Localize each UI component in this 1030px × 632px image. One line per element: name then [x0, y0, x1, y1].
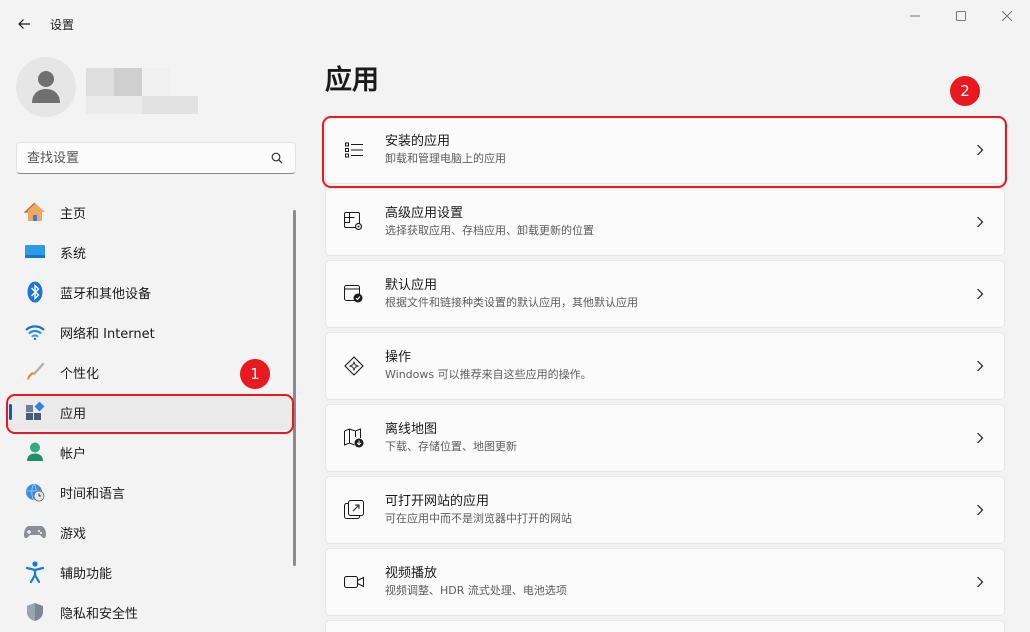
sidebar-item-label: 隐私和安全性: [60, 606, 139, 622]
sidebar-item-label: 蓝牙和其他设备: [60, 286, 152, 302]
close-button[interactable]: [984, 4, 1030, 28]
wifi-icon: [24, 321, 46, 343]
sidebar-item-label: 帐户: [60, 446, 87, 462]
card-offline-maps[interactable]: 离线地图 下载、存储位置、地图更新: [325, 404, 1005, 472]
chevron-right-icon: [972, 502, 988, 518]
sidebar-item-accessibility[interactable]: 辅助功能: [8, 554, 292, 590]
page-title: 应用: [325, 65, 379, 96]
sparkle-icon: [343, 355, 365, 377]
card-default-apps[interactable]: 默认应用 根据文件和链接种类设置的默认应用，其他默认应用: [325, 260, 1005, 328]
person-icon: [24, 441, 46, 463]
sidebar-item-bluetooth[interactable]: 蓝牙和其他设备: [8, 274, 292, 310]
sidebar-item-label: 个性化: [60, 366, 100, 382]
step-badge-1: 1: [240, 359, 270, 389]
chevron-right-icon: [972, 358, 988, 374]
card-subtitle: 根据文件和链接种类设置的默认应用，其他默认应用: [385, 296, 638, 309]
brush-icon: [24, 361, 46, 383]
sidebar-item-label: 主页: [60, 206, 87, 222]
window-title: 设置: [50, 18, 75, 32]
accessibility-icon: [24, 561, 46, 583]
blurred-username: [86, 68, 114, 96]
monitor-icon: [24, 241, 46, 263]
card-advanced-app-settings[interactable]: 高级应用设置 选择获取应用、存档应用、卸载更新的位置: [325, 188, 1005, 256]
card-title: 默认应用: [385, 278, 438, 293]
title-bar: 设置: [0, 0, 1030, 48]
avatar[interactable]: [16, 57, 76, 117]
blurred-username: [114, 68, 142, 96]
maximize-button[interactable]: [938, 4, 984, 28]
card-subtitle: Windows 可以推荐来自这些应用的操作。: [385, 368, 592, 381]
sidebar-item-label: 系统: [60, 246, 87, 262]
search-box[interactable]: [16, 142, 296, 174]
step-badge-2: 2: [950, 76, 980, 106]
sidebar-item-label: 辅助功能: [60, 566, 113, 582]
offline-map-icon: [343, 427, 365, 449]
card-title: 离线地图: [385, 422, 438, 437]
card-title: 高级应用设置: [385, 206, 464, 221]
blurred-email: [142, 96, 198, 114]
highlight-box-installed-apps: [322, 116, 1007, 188]
chevron-right-icon: [972, 574, 988, 590]
sidebar-item-gaming[interactable]: 游戏: [8, 514, 292, 550]
chevron-right-icon: [972, 214, 988, 230]
sidebar-item-label: 网络和 Internet: [60, 326, 155, 342]
chevron-right-icon: [972, 430, 988, 446]
gamepad-icon: [24, 521, 46, 543]
sidebar-item-accounts[interactable]: 帐户: [8, 434, 292, 470]
open-link-icon: [343, 499, 365, 521]
sidebar-item-home[interactable]: 主页: [8, 194, 292, 230]
video-icon: [343, 571, 365, 593]
minimize-icon: [910, 15, 920, 17]
card-subtitle: 选择获取应用、存档应用、卸载更新的位置: [385, 224, 594, 237]
sidebar-item-label: 游戏: [60, 526, 87, 542]
card-video-playback[interactable]: 视频播放 视频调整、HDR 流式处理、电池选项: [325, 548, 1005, 616]
user-silhouette-icon: [32, 71, 60, 103]
default-app-icon: [343, 283, 365, 305]
sidebar-item-privacy[interactable]: 隐私和安全性: [8, 594, 292, 630]
sidebar-item-system[interactable]: 系统: [8, 234, 292, 270]
search-icon[interactable]: [269, 150, 285, 166]
card-partially-visible[interactable]: [325, 620, 1005, 632]
sidebar-item-label: 时间和语言: [60, 486, 126, 502]
sidebar-scrollbar[interactable]: [293, 210, 296, 566]
card-actions[interactable]: 操作 Windows 可以推荐来自这些应用的操作。: [325, 332, 1005, 400]
maximize-icon: [956, 11, 966, 21]
card-subtitle: 下载、存储位置、地图更新: [385, 440, 517, 453]
back-button[interactable]: [10, 10, 38, 38]
back-arrow-icon: [18, 19, 30, 29]
card-subtitle: 可在应用中而不是浏览器中打开的网站: [385, 512, 572, 525]
highlight-box-apps: [6, 394, 294, 434]
bluetooth-icon: [24, 281, 46, 303]
shield-icon: [24, 601, 46, 623]
blurred-username: [142, 68, 170, 96]
search-input[interactable]: [27, 150, 269, 166]
clock-globe-icon: [24, 481, 46, 503]
card-title: 视频播放: [385, 566, 438, 581]
blurred-email: [86, 96, 142, 114]
settings-card-list: 安装的应用 卸载和管理电脑上的应用 高级应用设置 选择获取应用、存档应用、卸载更…: [325, 116, 1005, 632]
chevron-right-icon: [972, 286, 988, 302]
minimize-button[interactable]: [892, 4, 938, 28]
sidebar-item-time-language[interactable]: 时间和语言: [8, 474, 292, 510]
card-apps-for-websites[interactable]: 可打开网站的应用 可在应用中而不是浏览器中打开的网站: [325, 476, 1005, 544]
app-settings-icon: [343, 211, 365, 233]
close-icon: [1002, 11, 1012, 21]
card-title: 操作: [385, 350, 412, 365]
card-title: 可打开网站的应用: [385, 494, 490, 509]
home-icon: [24, 201, 46, 223]
card-subtitle: 视频调整、HDR 流式处理、电池选项: [385, 584, 567, 597]
sidebar-item-network[interactable]: 网络和 Internet: [8, 314, 292, 350]
